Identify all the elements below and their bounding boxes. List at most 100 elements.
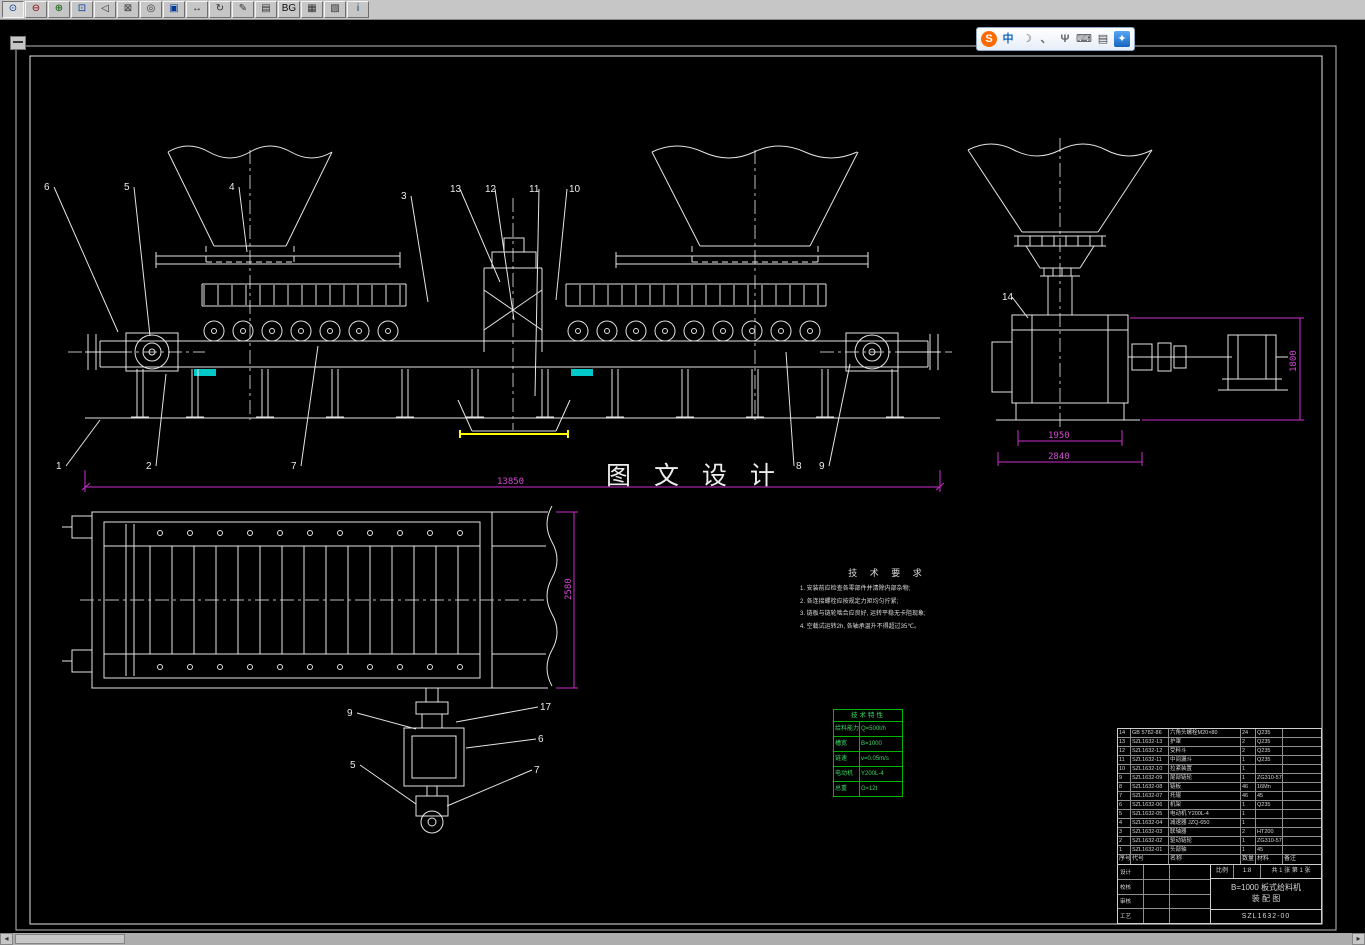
parts-cell: 45	[1256, 846, 1283, 854]
zoom-scale-button[interactable]: ⊠	[117, 1, 139, 18]
pan-button[interactable]: ↔	[186, 1, 208, 18]
title-block: 14GB 5782-86六角头螺栓M20×8024Q23513SZL1632-1…	[1117, 728, 1322, 924]
spec-table-title: 技术特性	[834, 710, 902, 722]
parts-cell	[1283, 765, 1321, 773]
parts-cell: 6	[1118, 801, 1131, 809]
redraw-button[interactable]: ↻	[209, 1, 231, 18]
parts-cell: GB 5782-86	[1131, 729, 1169, 737]
parts-cell: 头部轴	[1169, 846, 1241, 854]
drawing-title: B=1000 板式给料机 装 配 图	[1211, 879, 1321, 910]
spec-table-row: 电动机Y200L-4	[834, 767, 902, 782]
scale-label: 比例	[1211, 865, 1234, 878]
signature-name	[1144, 909, 1170, 923]
zoom-previous-button[interactable]: ◁	[94, 1, 116, 18]
parts-cell	[1283, 729, 1321, 737]
parts-cell: 2	[1241, 828, 1256, 836]
parts-cell	[1283, 801, 1321, 809]
parts-cell: SZL1632-04	[1131, 819, 1169, 827]
parts-cell: SZL1632-08	[1131, 783, 1169, 791]
parts-cell: 5	[1118, 810, 1131, 818]
signature-row: 审核	[1118, 895, 1210, 910]
zoom-realtime-button[interactable]: ⊙	[2, 1, 24, 18]
parts-cell: 1	[1241, 774, 1256, 782]
parts-cell: SZL1632-06	[1131, 801, 1169, 809]
ime-toolbar: S中☽、Ψ⌨▤✦	[976, 27, 1135, 51]
scroll-thumb[interactable]	[15, 934, 125, 944]
info-button[interactable]: i	[347, 1, 369, 18]
pencil-tool-button[interactable]: ✎	[232, 1, 254, 18]
drawing-title-line1: B=1000 板式给料机	[1231, 883, 1301, 894]
zoom-window-button[interactable]: ⊡	[71, 1, 93, 18]
parts-cell: HT200	[1256, 828, 1283, 836]
spec-value: G≈12t	[860, 782, 902, 796]
zoom-in-button[interactable]: ⊕	[48, 1, 70, 18]
horizontal-scrollbar[interactable]: ◂ ▸	[0, 933, 1365, 945]
balloon-label: 8	[796, 461, 802, 472]
parts-cell: 1	[1241, 801, 1256, 809]
zoom-out-button[interactable]: ⊖	[25, 1, 47, 18]
scroll-right-arrow-icon[interactable]: ▸	[1352, 933, 1365, 945]
parts-cell: 六角头螺栓M20×80	[1169, 729, 1241, 737]
parts-cell: 14	[1118, 729, 1131, 737]
parts-row: 4SZL1632-04减速器 JZQ-6501	[1118, 819, 1321, 828]
parts-cell	[1283, 738, 1321, 746]
spec-value: Y200L-4	[860, 767, 902, 781]
clipboard-icon[interactable]: ▤	[1095, 31, 1111, 47]
parts-list-header: 序号代号名称数量材料备注	[1118, 855, 1321, 865]
parts-cell: 护罩	[1169, 738, 1241, 746]
sogou-logo-icon[interactable]: S	[981, 31, 997, 47]
scroll-track[interactable]	[13, 933, 1352, 945]
halfwidth-moon-icon[interactable]: ☽	[1019, 31, 1035, 47]
chinese-mode-icon[interactable]: 中	[1000, 31, 1016, 47]
bg-button[interactable]: BG	[278, 1, 300, 18]
parts-cell: SZL1632-05	[1131, 810, 1169, 818]
parts-header-cell: 代号	[1131, 855, 1169, 864]
parts-row: 6SZL1632-06机架1Q235	[1118, 801, 1321, 810]
dim-right-inner: 1950	[1048, 431, 1070, 441]
parts-row: 8SZL1632-08链板4616Mn	[1118, 783, 1321, 792]
zoom-center-button[interactable]: ◎	[140, 1, 162, 18]
parts-cell: 托辊	[1169, 792, 1241, 800]
parts-row: 11SZL1632-11中间漏斗1Q235	[1118, 756, 1321, 765]
parts-cell: 45	[1256, 792, 1283, 800]
toolbox-wrench-icon[interactable]: ✦	[1114, 31, 1130, 47]
signature-row: 设计	[1118, 865, 1210, 880]
parts-cell	[1256, 810, 1283, 818]
parts-cell	[1283, 774, 1321, 782]
drawing-title-line2: 装 配 图	[1252, 894, 1280, 905]
parts-cell: SZL1632-13	[1131, 738, 1169, 746]
spec-label: 槽宽	[834, 737, 860, 751]
keyboard-icon[interactable]: ⌨	[1076, 31, 1092, 47]
toolbar: ⊙⊖⊕⊡◁⊠◎▣↔↻✎▤BG▦▧i	[0, 0, 1365, 20]
parts-cell: ZG310-570	[1256, 774, 1283, 782]
parts-cell: 3	[1118, 828, 1131, 836]
parts-cell	[1283, 837, 1321, 845]
parts-cell: ZG310-570	[1256, 837, 1283, 845]
zoom-extents-button[interactable]: ▣	[163, 1, 185, 18]
hatch-button[interactable]: ▧	[324, 1, 346, 18]
signature-date	[1170, 909, 1210, 923]
punctuation-icon[interactable]: 、	[1038, 31, 1054, 47]
table-tool-button[interactable]: ▤	[255, 1, 277, 18]
tech-requirement-line: 2. 各连接螺栓应按规定力矩均匀拧紧;	[800, 596, 975, 609]
parts-cell: 10	[1118, 765, 1131, 773]
parts-cell: 1	[1241, 810, 1256, 818]
scroll-left-arrow-icon[interactable]: ◂	[0, 933, 13, 945]
parts-cell: 9	[1118, 774, 1131, 782]
balloon-label: 13	[450, 184, 462, 195]
mic-icon[interactable]: Ψ	[1057, 31, 1073, 47]
balloon-label: 6	[44, 182, 50, 193]
balloon-label: 11	[529, 184, 540, 195]
parts-cell: SZL1632-01	[1131, 846, 1169, 854]
signature-row: 校核	[1118, 880, 1210, 895]
spec-value: v=0.05m/s	[860, 752, 902, 766]
layout-button[interactable]: ▦	[301, 1, 323, 18]
parts-cell: 46	[1241, 792, 1256, 800]
parts-cell: 受料斗	[1169, 747, 1241, 755]
spec-table-row: 槽宽B=1000	[834, 737, 902, 752]
drawing-window-menu-icon[interactable]	[10, 36, 26, 50]
balloon-label: 10	[569, 184, 581, 195]
dim-right-height: 1800	[1289, 350, 1299, 372]
signature-date	[1170, 865, 1210, 879]
parts-header-cell: 数量	[1241, 855, 1256, 864]
